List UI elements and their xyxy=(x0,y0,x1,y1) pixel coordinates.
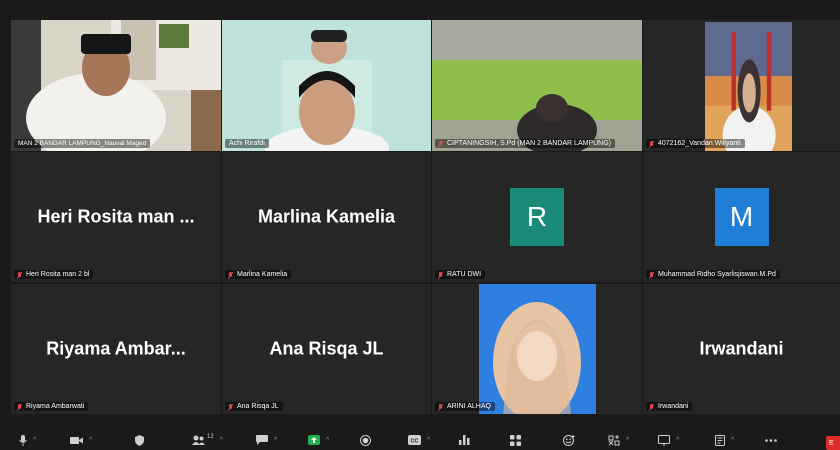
polls-button[interactable] xyxy=(459,434,470,446)
participant-tile[interactable]: ARINI ALHAQ xyxy=(432,284,642,414)
participants-icon xyxy=(192,435,205,445)
participants-button[interactable]: 12 ^ xyxy=(192,434,223,446)
participant-display-name: Heri Rosita man ... xyxy=(37,206,195,227)
camera-icon xyxy=(70,436,83,444)
whiteboard-icon xyxy=(658,434,670,446)
record-icon xyxy=(360,434,371,446)
participant-name-label: Muhammad Ridho Syarlisjiswan.M.Pd xyxy=(646,270,780,279)
participant-name-label: MAN 2 BANDAR LAMPUNG_Nauval Maged xyxy=(14,139,151,148)
participant-tile[interactable]: Irwandani Irwandani xyxy=(643,284,840,414)
notes-button[interactable]: ^ xyxy=(715,434,734,446)
participant-display-name: Riyama Ambar... xyxy=(46,338,186,359)
participant-name-label: Achi Rirafdi xyxy=(225,139,269,148)
participant-tile[interactable]: Achi Rirafdi xyxy=(222,20,431,151)
participant-avatar: R xyxy=(510,188,564,246)
chevron-up-icon[interactable]: ^ xyxy=(731,437,734,444)
end-meeting-button[interactable]: E xyxy=(826,436,840,450)
muted-mic-icon xyxy=(228,404,233,411)
participant-tile[interactable]: M Muhammad Ridho Syarlisjiswan.M.Pd xyxy=(643,152,840,282)
chat-button[interactable]: ^ xyxy=(256,434,277,446)
muted-mic-icon xyxy=(228,272,233,279)
chevron-up-icon[interactable]: ^ xyxy=(676,437,679,444)
participant-name-label: Riyama Ambarwati xyxy=(14,402,89,411)
whiteboard-button[interactable]: ^ xyxy=(658,434,679,446)
participant-tile[interactable]: CIPTANINGSIH, S.Pd (MAN 2 BANDAR LAMPUNG… xyxy=(432,20,642,151)
participant-display-name: Marlina Kamelia xyxy=(257,206,396,227)
muted-mic-icon xyxy=(438,141,443,148)
participant-tile[interactable]: MAN 2 BANDAR LAMPUNG_Nauval Maged xyxy=(11,20,221,151)
muted-mic-icon xyxy=(17,272,22,279)
muted-mic-icon xyxy=(438,404,443,411)
more-dots-icon xyxy=(765,438,777,442)
participant-name-label: ARINI ALHAQ xyxy=(435,402,495,411)
participant-display-name: Ana Risqa JL xyxy=(269,338,384,359)
muted-mic-icon xyxy=(649,141,654,148)
participant-name-label: Heri Rosita man 2 bl xyxy=(14,270,94,279)
participants-count: 12 xyxy=(207,434,214,440)
participant-photo xyxy=(479,284,596,414)
participant-tile[interactable]: R RATU DWI xyxy=(432,152,642,282)
muted-mic-icon xyxy=(649,404,654,411)
closed-captions-icon: CC xyxy=(408,435,421,445)
participant-name-label: Ana Risqa JL xyxy=(225,402,283,411)
reactions-button[interactable] xyxy=(563,434,575,446)
participant-display-name: Irwandani xyxy=(699,338,784,359)
share-screen-button[interactable]: ^ xyxy=(308,434,329,446)
participant-video xyxy=(222,20,431,151)
apps-icon xyxy=(608,434,620,445)
microphone-icon xyxy=(19,434,27,446)
participant-tile[interactable]: Riyama Ambar... Riyama Ambarwati xyxy=(11,284,221,414)
participant-video xyxy=(11,20,221,151)
participant-name-label: RATU DWI xyxy=(435,270,486,279)
record-button[interactable] xyxy=(360,434,371,446)
svg-text:CC: CC xyxy=(411,438,419,444)
participant-tile[interactable]: Marlina Kamelia Marlina Kamelia xyxy=(222,152,431,282)
share-screen-icon xyxy=(308,435,320,445)
end-meeting-label: E xyxy=(829,439,834,447)
chevron-up-icon[interactable]: ^ xyxy=(427,437,430,444)
breakout-rooms-button[interactable] xyxy=(510,434,521,446)
captions-button[interactable]: CC ^ xyxy=(408,434,430,446)
muted-mic-icon xyxy=(438,272,443,279)
participant-name-label: CIPTANINGSIH, S.Pd (MAN 2 BANDAR LAMPUNG… xyxy=(435,139,616,148)
smiley-plus-icon xyxy=(563,434,575,446)
muted-mic-icon xyxy=(17,404,22,411)
participant-video xyxy=(705,22,792,151)
participant-tile[interactable]: Heri Rosita man ... Heri Rosita man 2 bl xyxy=(11,152,221,282)
video-button[interactable]: ^ xyxy=(70,434,92,446)
shield-icon xyxy=(135,434,144,446)
chevron-up-icon[interactable]: ^ xyxy=(33,437,36,444)
chevron-up-icon[interactable]: ^ xyxy=(274,437,277,444)
notes-icon xyxy=(715,434,725,446)
participant-video xyxy=(432,20,642,151)
participant-tile[interactable]: Ana Risqa JL Ana Risqa JL xyxy=(222,284,431,414)
participant-name-label: 4072162_Vandan Wiliyanti xyxy=(646,139,745,148)
security-button[interactable] xyxy=(135,434,144,446)
chat-icon xyxy=(256,435,268,445)
bar-chart-icon xyxy=(459,435,470,445)
meeting-toolbar: ^ ^ 12 ^ ^ ^ CC ^ ^ ^ ^ E xyxy=(0,430,840,450)
participant-tile[interactable]: 4072162_Vandan Wiliyanti xyxy=(643,20,840,151)
muted-mic-icon xyxy=(649,272,654,279)
participant-name-label: Marlina Kamelia xyxy=(225,270,292,279)
chevron-up-icon[interactable]: ^ xyxy=(89,437,92,444)
gallery-grid: MAN 2 BANDAR LAMPUNG_Nauval Maged Achi R… xyxy=(0,0,840,430)
chevron-up-icon[interactable]: ^ xyxy=(626,437,629,444)
mute-button[interactable]: ^ xyxy=(19,434,36,446)
apps-button[interactable]: ^ xyxy=(608,434,629,446)
chevron-up-icon[interactable]: ^ xyxy=(220,437,223,444)
chevron-up-icon[interactable]: ^ xyxy=(326,437,329,444)
participant-avatar: M xyxy=(714,188,769,246)
participant-name-label: Irwandani xyxy=(646,402,693,411)
more-button[interactable] xyxy=(765,434,777,446)
grid-icon xyxy=(510,434,521,446)
